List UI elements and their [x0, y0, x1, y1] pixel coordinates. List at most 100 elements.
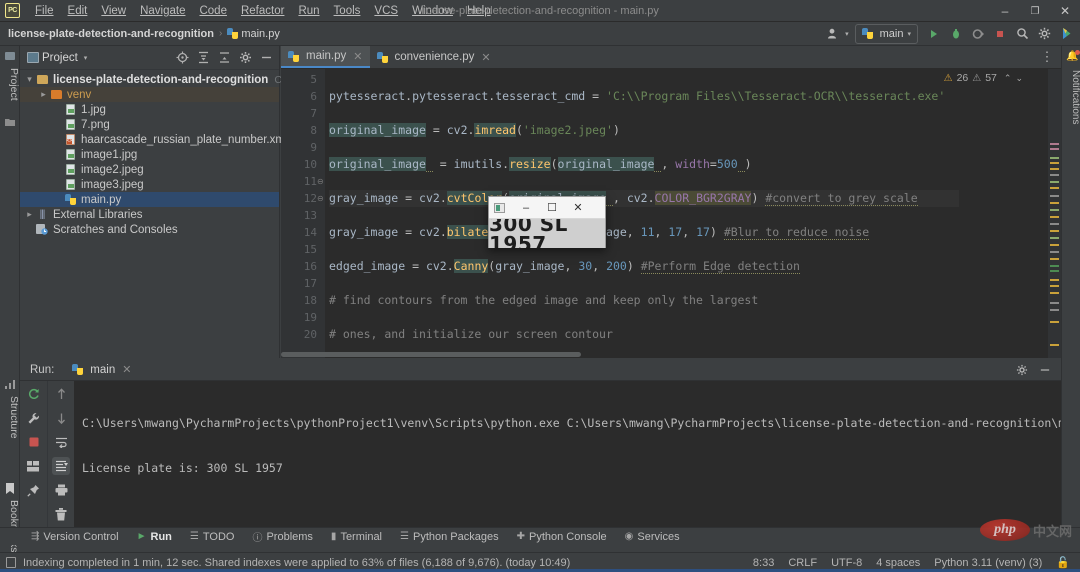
fold-marker[interactable]: ⊖ [317, 173, 324, 190]
pin-icon[interactable] [25, 481, 43, 499]
line-separator[interactable]: CRLF [788, 557, 817, 569]
chevron-right-icon[interactable] [38, 89, 49, 100]
user-account-icon[interactable] [823, 24, 843, 44]
next-problem-icon[interactable]: ⌄ [1015, 73, 1023, 84]
menu-code[interactable]: Code [192, 3, 234, 19]
tree-row-file[interactable]: image1.jpg [20, 147, 279, 162]
run-configuration-selector[interactable]: main ▾ [854, 23, 918, 44]
horizontal-scrollbar[interactable] [281, 351, 1061, 358]
minimize-button[interactable]: – [990, 0, 1020, 22]
tool-button-version-control[interactable]: ⇶ Version Control [22, 528, 128, 546]
run-console-output[interactable]: C:\Users\mwang\PycharmProjects\pythonPro… [74, 381, 1061, 535]
tree-row-external-libraries[interactable]: ||| External Libraries [20, 207, 279, 222]
down-arrow-icon[interactable] [52, 409, 70, 427]
stop-icon[interactable] [25, 433, 43, 451]
account-chevron-down-icon[interactable]: ▾ [845, 30, 849, 38]
lock-icon[interactable]: 🔓 [1056, 556, 1070, 569]
sidebar-tab-project[interactable]: Project [0, 64, 20, 105]
layout-icon[interactable] [25, 457, 43, 475]
run-icon[interactable] [924, 24, 944, 44]
tab-convenience-py[interactable]: convenience.py ✕ [370, 46, 498, 68]
project-tree: license-plate-detection-and-recognition … [20, 70, 327, 237]
tree-row-file[interactable]: 1.jpg [20, 102, 279, 117]
inspection-widget[interactable]: ⚠ 26 ⚠ 57 ⌃ ⌄ [944, 72, 1023, 84]
tree-row-venv[interactable]: venv [20, 87, 279, 102]
indent-setting[interactable]: 4 spaces [876, 557, 920, 569]
close-icon[interactable]: ✕ [122, 363, 131, 376]
event-log-icon[interactable] [6, 557, 16, 568]
tool-button-services[interactable]: ◉ Services [616, 528, 689, 546]
scroll-to-end-icon[interactable] [52, 457, 70, 475]
menu-run[interactable]: Run [291, 3, 326, 19]
fold-marker[interactable]: ⊖ [317, 190, 324, 207]
sidebar-tab-structure[interactable]: Structure [0, 392, 20, 443]
close-button[interactable]: ✕ [1050, 0, 1080, 22]
previous-problem-icon[interactable]: ⌃ [1004, 73, 1012, 84]
close-icon[interactable]: ✕ [481, 51, 490, 64]
more-tabs-icon[interactable]: ⋮ [1037, 47, 1057, 67]
collapse-all-icon[interactable] [214, 48, 234, 68]
soft-wrap-icon[interactable] [52, 433, 70, 451]
ai-assistant-icon[interactable] [1056, 24, 1076, 44]
sidebar-tab-notifications[interactable]: Notifications [1062, 70, 1080, 124]
tool-button-run[interactable]: ► Run [128, 528, 181, 546]
tool-button-python-console[interactable]: ✚ Python Console [508, 528, 616, 546]
stop-icon[interactable] [990, 24, 1010, 44]
menu-tools[interactable]: Tools [327, 3, 368, 19]
tree-row-file[interactable]: image2.jpeg [20, 162, 279, 177]
rerun-icon[interactable] [25, 385, 43, 403]
run-settings-icon[interactable] [1012, 360, 1032, 380]
tree-row-file[interactable]: 7.png [20, 117, 279, 132]
popup-maximize-button[interactable]: ☐ [539, 197, 565, 219]
expand-all-icon[interactable] [193, 48, 213, 68]
tree-row-file[interactable]: image3.jpeg [20, 177, 279, 192]
code-editor[interactable]: 5 6 7 8 9 10 11 12 13 14 15 16 17 18 19 … [281, 69, 1061, 358]
hide-run-panel-icon[interactable] [1035, 360, 1055, 380]
print-icon[interactable] [52, 481, 70, 499]
search-everywhere-icon[interactable] [1012, 24, 1032, 44]
popup-close-button[interactable]: ✕ [565, 197, 591, 219]
tool-button-todo[interactable]: ☰ TODO [181, 528, 244, 546]
menu-file[interactable]: File [28, 3, 61, 19]
menu-vcs[interactable]: VCS [367, 3, 405, 19]
menu-view[interactable]: View [94, 3, 133, 19]
up-arrow-icon[interactable] [52, 385, 70, 403]
error-stripe[interactable] [1048, 69, 1061, 358]
menu-navigate[interactable]: Navigate [133, 3, 192, 19]
coverage-icon[interactable] [968, 24, 988, 44]
image-preview-window[interactable]: – ☐ ✕ 300 SL 1957 [488, 196, 606, 248]
run-tab-main[interactable]: main ✕ [66, 359, 137, 381]
chevron-right-icon[interactable] [24, 209, 35, 220]
popup-minimize-button[interactable]: – [513, 197, 539, 219]
maximize-button[interactable]: ❐ [1020, 0, 1050, 22]
debug-icon[interactable] [946, 24, 966, 44]
tool-button-terminal[interactable]: ▮ Terminal [322, 528, 391, 546]
tool-button-python-packages[interactable]: ☰ Python Packages [391, 528, 508, 546]
tool-button-problems[interactable]: ⓘ Problems [243, 528, 321, 546]
hide-panel-icon[interactable] [256, 48, 276, 68]
bell-icon[interactable]: 🔔 [1066, 50, 1080, 62]
project-view-chevron-down-icon[interactable]: ▾ [84, 54, 88, 62]
tree-row-scratches[interactable]: Scratches and Consoles [20, 222, 279, 237]
tab-main-py[interactable]: main.py ✕ [281, 46, 370, 68]
locate-file-icon[interactable] [172, 48, 192, 68]
python-interpreter[interactable]: Python 3.11 (venv) (3) [934, 557, 1042, 569]
tree-row-project-root[interactable]: license-plate-detection-and-recognition … [20, 72, 327, 87]
bookmarks-folder-icon[interactable] [4, 116, 16, 128]
settings-icon[interactable] [1034, 24, 1054, 44]
scrollbar-thumb[interactable] [281, 352, 581, 357]
project-settings-icon[interactable] [235, 48, 255, 68]
caret-position[interactable]: 8:33 [753, 557, 774, 569]
menu-edit[interactable]: Edit [61, 3, 95, 19]
trash-icon[interactable] [52, 505, 70, 523]
breadcrumb-file[interactable]: main.py [241, 28, 280, 40]
tree-row-main-py[interactable]: main.py [20, 192, 279, 207]
breadcrumb-project[interactable]: license-plate-detection-and-recognition [8, 28, 214, 40]
tree-row-file[interactable]: haarcascade_russian_plate_number.xml [20, 132, 287, 147]
project-panel-icon[interactable] [4, 50, 16, 62]
menu-refactor[interactable]: Refactor [234, 3, 291, 19]
wrench-icon[interactable] [25, 409, 43, 427]
file-encoding[interactable]: UTF-8 [831, 557, 862, 569]
chevron-down-icon[interactable] [24, 74, 35, 85]
close-icon[interactable]: ✕ [353, 50, 362, 63]
